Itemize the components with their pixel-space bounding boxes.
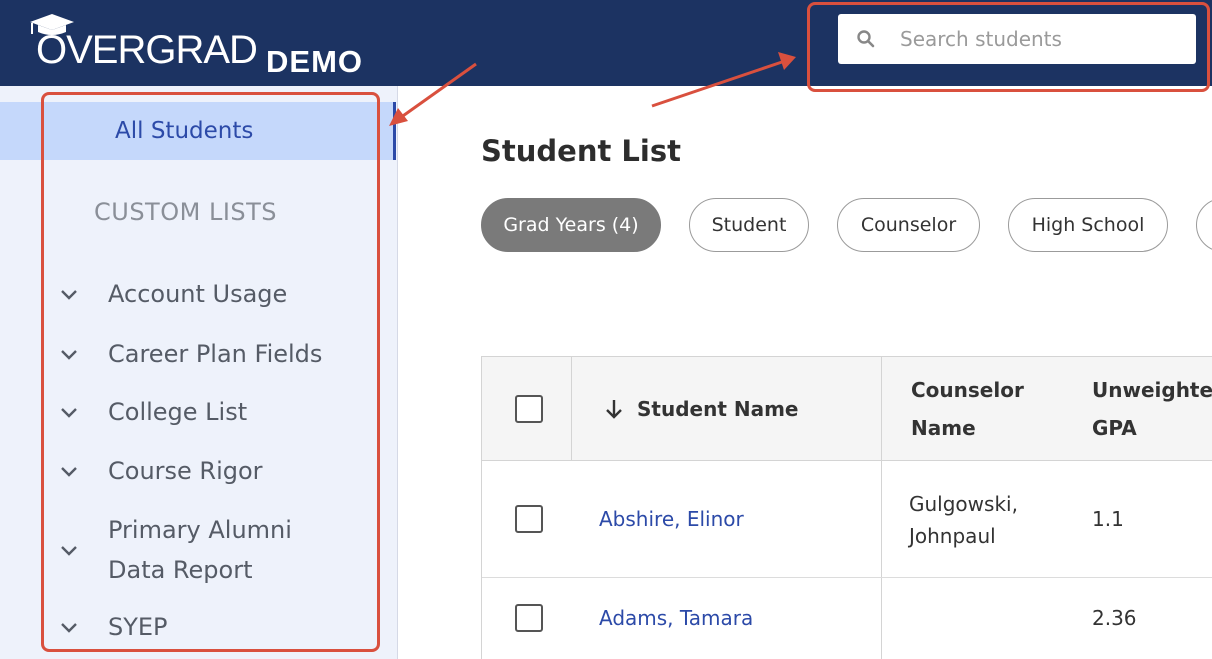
logo-demo-label: DEMO	[266, 44, 363, 79]
student-name-link[interactable]: Adams, Tamara	[599, 602, 753, 634]
sidebar-item-primary-alumni-data-report[interactable]: Primary Alumni Data Report	[58, 510, 292, 590]
sidebar-item-course-rigor[interactable]: Course Rigor	[58, 451, 263, 491]
chevron-down-icon	[61, 408, 77, 418]
sidebar-item-label: SYEP	[108, 613, 168, 641]
sidebar-item-label: Course Rigor	[108, 457, 263, 485]
column-divider	[881, 357, 882, 461]
column-divider	[881, 578, 882, 659]
row-checkbox[interactable]	[515, 604, 543, 632]
filter-grad-years[interactable]: Grad Years (4)	[481, 198, 661, 252]
sidebar-item-college-list[interactable]: College List	[58, 392, 247, 432]
logo-wordmark: OVERGRAD	[36, 28, 258, 72]
custom-lists-heading: CUSTOM LISTS	[94, 198, 278, 226]
chevron-down-icon	[61, 467, 77, 477]
column-divider	[881, 461, 882, 577]
filter-student[interactable]: Student	[689, 198, 809, 252]
sidebar-item-label: College List	[108, 398, 248, 426]
chevron-down-icon	[61, 623, 77, 633]
counselor-name: Gulgowski, Johnpaul	[909, 492, 1018, 548]
column-divider	[571, 357, 572, 461]
table-header: Student Name CounselorName UnweightedGPA	[482, 357, 1212, 461]
chevron-down-icon	[61, 350, 77, 360]
row-checkbox[interactable]	[515, 505, 543, 533]
sidebar-item-syep[interactable]: SYEP	[58, 607, 168, 647]
filter-more[interactable]	[1196, 198, 1212, 252]
filter-counselor[interactable]: Counselor	[837, 198, 980, 252]
sidebar-item-label: Account Usage	[108, 280, 288, 308]
sidebar: All Students CUSTOM LISTS Account Usage …	[0, 86, 398, 659]
table-row: Abshire, Elinor Gulgowski, Johnpaul 1.1	[482, 461, 1212, 578]
sort-arrow-down-icon	[606, 400, 622, 419]
column-header-student-name[interactable]: Student Name	[603, 390, 798, 428]
column-header-unweighted-gpa[interactable]: UnweightedGPA	[1092, 371, 1212, 447]
student-table: Student Name CounselorName UnweightedGPA…	[481, 356, 1212, 659]
gpa-value: 1.1	[1092, 507, 1124, 531]
search-icon	[857, 30, 875, 48]
page-title: Student List	[481, 134, 681, 168]
chevron-down-icon	[61, 546, 77, 556]
gpa-value: 2.36	[1092, 606, 1137, 630]
search-box[interactable]	[838, 14, 1196, 64]
student-name-link[interactable]: Abshire, Elinor	[599, 503, 744, 535]
sidebar-item-career-plan-fields[interactable]: Career Plan Fields	[58, 334, 322, 374]
sidebar-item-label: Career Plan Fields	[108, 340, 323, 368]
filter-high-school[interactable]: High School	[1008, 198, 1168, 252]
select-all-checkbox[interactable]	[515, 395, 543, 423]
search-input[interactable]	[900, 27, 1180, 51]
chevron-down-icon	[61, 290, 77, 300]
table-row: Adams, Tamara 2.36	[482, 578, 1212, 659]
sidebar-item-all-students[interactable]: All Students	[0, 102, 395, 160]
column-label: Student Name	[637, 397, 799, 421]
top-bar: OVERGRAD DEMO	[0, 0, 1212, 86]
selection-indicator	[393, 102, 396, 160]
sidebar-item-account-usage[interactable]: Account Usage	[58, 274, 287, 314]
column-header-counselor-name[interactable]: Counselor Name	[911, 371, 1024, 447]
sidebar-item-label: Primary Alumni Data Report	[108, 516, 292, 584]
